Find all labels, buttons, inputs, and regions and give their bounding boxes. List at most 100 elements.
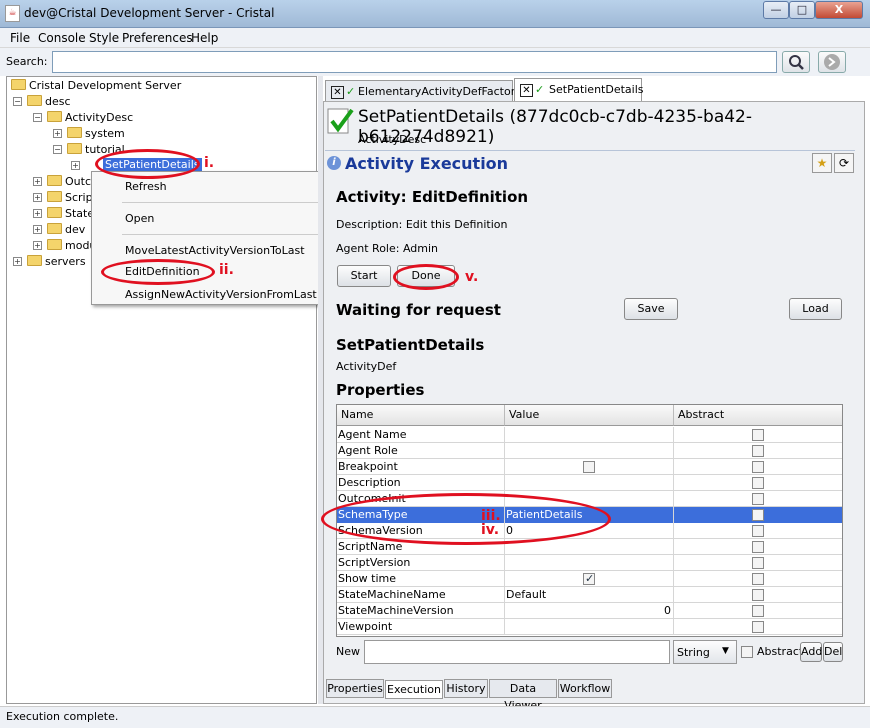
maximize-button[interactable]: □ bbox=[789, 1, 815, 19]
abstract-checkbox[interactable] bbox=[752, 589, 764, 601]
tree-item-activitydesc[interactable]: ActivityDesc bbox=[47, 111, 133, 125]
collapse-toggle[interactable]: − bbox=[33, 113, 42, 122]
abstract-cell[interactable] bbox=[674, 603, 842, 619]
close-tab-icon[interactable]: ✕ bbox=[520, 84, 533, 97]
star-icon[interactable]: ★ bbox=[812, 153, 832, 173]
abstract-cell[interactable] bbox=[674, 491, 842, 507]
table-row[interactable]: Agent Name bbox=[337, 427, 842, 443]
abstract-checkbox[interactable] bbox=[752, 429, 764, 441]
add-button[interactable]: Add bbox=[800, 642, 822, 662]
property-name-cell[interactable]: StateMachineVersion bbox=[337, 603, 505, 619]
property-value-cell[interactable] bbox=[505, 571, 674, 587]
expand-toggle[interactable]: + bbox=[13, 257, 22, 266]
tree-item-state[interactable]: State bbox=[47, 207, 94, 221]
tab-history[interactable]: History bbox=[444, 679, 488, 698]
start-button[interactable]: Start bbox=[337, 265, 391, 287]
property-value-cell[interactable] bbox=[505, 619, 674, 635]
go-button[interactable] bbox=[818, 51, 846, 73]
abstract-cell[interactable] bbox=[674, 427, 842, 443]
tab-properties[interactable]: Properties bbox=[326, 679, 384, 698]
close-tab-icon[interactable]: ✕ bbox=[331, 86, 344, 99]
property-name-cell[interactable]: Agent Name bbox=[337, 427, 505, 443]
abstract-cell[interactable] bbox=[674, 443, 842, 459]
abstract-cell[interactable] bbox=[674, 587, 842, 603]
abstract-checkbox[interactable] bbox=[752, 445, 764, 457]
abstract-checkbox[interactable] bbox=[741, 646, 753, 658]
expand-toggle[interactable]: + bbox=[33, 241, 42, 250]
menu-preferences[interactable]: Preferences bbox=[122, 31, 193, 45]
tree-item-modules[interactable]: modu bbox=[47, 239, 96, 253]
menu-console[interactable]: Console bbox=[38, 31, 86, 45]
collapse-toggle[interactable]: − bbox=[53, 145, 62, 154]
expand-toggle[interactable]: + bbox=[33, 193, 42, 202]
property-value-cell[interactable] bbox=[505, 475, 674, 491]
abstract-cell[interactable] bbox=[674, 571, 842, 587]
menu-item-refresh[interactable]: Refresh bbox=[125, 180, 167, 193]
abstract-cell[interactable] bbox=[674, 539, 842, 555]
delete-button[interactable]: Del bbox=[823, 642, 843, 662]
table-row[interactable]: Breakpoint bbox=[337, 459, 842, 475]
tree-item-servers[interactable]: servers bbox=[27, 255, 86, 269]
abstract-cell[interactable] bbox=[674, 475, 842, 491]
menu-style[interactable]: Style bbox=[89, 31, 119, 45]
column-header-value[interactable]: Value bbox=[505, 405, 674, 426]
property-name-cell[interactable]: Viewpoint bbox=[337, 619, 505, 635]
tab-execution[interactable]: Execution bbox=[385, 680, 443, 699]
property-value-cell[interactable] bbox=[505, 555, 674, 571]
abstract-cell[interactable] bbox=[674, 459, 842, 475]
property-name-cell[interactable]: Breakpoint bbox=[337, 459, 505, 475]
abstract-checkbox[interactable] bbox=[752, 477, 764, 489]
table-row[interactable]: Viewpoint bbox=[337, 619, 842, 635]
load-button[interactable]: Load bbox=[789, 298, 842, 320]
property-name-cell[interactable]: Show time bbox=[337, 571, 505, 587]
tree-item-system[interactable]: system bbox=[67, 127, 125, 141]
property-value-cell[interactable]: 0 bbox=[505, 603, 674, 619]
abstract-checkbox[interactable] bbox=[752, 621, 764, 633]
refresh-icon[interactable]: ⟳ bbox=[834, 153, 854, 173]
tree-item-script[interactable]: Script bbox=[47, 191, 97, 205]
property-value-cell[interactable] bbox=[505, 443, 674, 459]
menu-help[interactable]: Help bbox=[191, 31, 218, 45]
abstract-checkbox[interactable] bbox=[752, 493, 764, 505]
menu-file[interactable]: File bbox=[10, 31, 30, 45]
column-header-abstract[interactable]: Abstract bbox=[674, 405, 842, 426]
tab-setpatientdetails[interactable]: ✕ ✓ SetPatientDetails bbox=[514, 78, 644, 102]
abstract-checkbox[interactable] bbox=[752, 509, 764, 521]
table-row[interactable]: StateMachineName Default bbox=[337, 587, 842, 603]
minimize-button[interactable]: — bbox=[763, 1, 789, 19]
menu-item-assign-new[interactable]: AssignNewActivityVersionFromLast bbox=[125, 288, 317, 301]
close-button[interactable]: X bbox=[815, 1, 863, 19]
tab-workflow[interactable]: Workflow bbox=[558, 679, 612, 698]
property-name-cell[interactable]: Description bbox=[337, 475, 505, 491]
search-input[interactable] bbox=[52, 51, 777, 73]
value-checkbox[interactable] bbox=[583, 461, 595, 473]
tree-root[interactable]: Cristal Development Server bbox=[11, 79, 181, 93]
abstract-checkbox[interactable] bbox=[752, 557, 764, 569]
expand-toggle[interactable]: + bbox=[33, 209, 42, 218]
property-value-cell[interactable] bbox=[505, 427, 674, 443]
value-checkbox[interactable] bbox=[583, 571, 595, 586]
tree-item-desc[interactable]: desc bbox=[27, 95, 71, 109]
abstract-cell[interactable] bbox=[674, 507, 842, 523]
collapse-toggle[interactable]: − bbox=[13, 97, 22, 106]
table-row[interactable]: Show time bbox=[337, 571, 842, 587]
new-property-input[interactable] bbox=[364, 640, 670, 664]
tab-elementaryactivitydeffactory[interactable]: ✕ ✓ ElementaryActivityDefFactory bbox=[325, 80, 522, 102]
tab-data-viewer[interactable]: Data Viewer bbox=[489, 679, 557, 712]
abstract-checkbox[interactable] bbox=[752, 573, 764, 585]
table-row[interactable]: Agent Role bbox=[337, 443, 842, 459]
abstract-checkbox[interactable] bbox=[752, 605, 764, 617]
type-select[interactable]: String ▼ bbox=[673, 640, 737, 664]
abstract-cell[interactable] bbox=[674, 555, 842, 571]
expand-toggle[interactable]: + bbox=[53, 129, 62, 138]
property-name-cell[interactable]: Agent Role bbox=[337, 443, 505, 459]
abstract-cell[interactable] bbox=[674, 523, 842, 539]
expand-toggle[interactable]: + bbox=[33, 177, 42, 186]
abstract-cell[interactable] bbox=[674, 619, 842, 635]
property-value-cell[interactable] bbox=[505, 459, 674, 475]
property-value-cell[interactable]: Default bbox=[505, 587, 674, 603]
menu-item-move-latest[interactable]: MoveLatestActivityVersionToLast bbox=[125, 244, 305, 257]
tree-item-dev[interactable]: dev bbox=[47, 223, 85, 237]
column-header-name[interactable]: Name bbox=[337, 405, 505, 426]
abstract-checkbox[interactable] bbox=[752, 461, 764, 473]
